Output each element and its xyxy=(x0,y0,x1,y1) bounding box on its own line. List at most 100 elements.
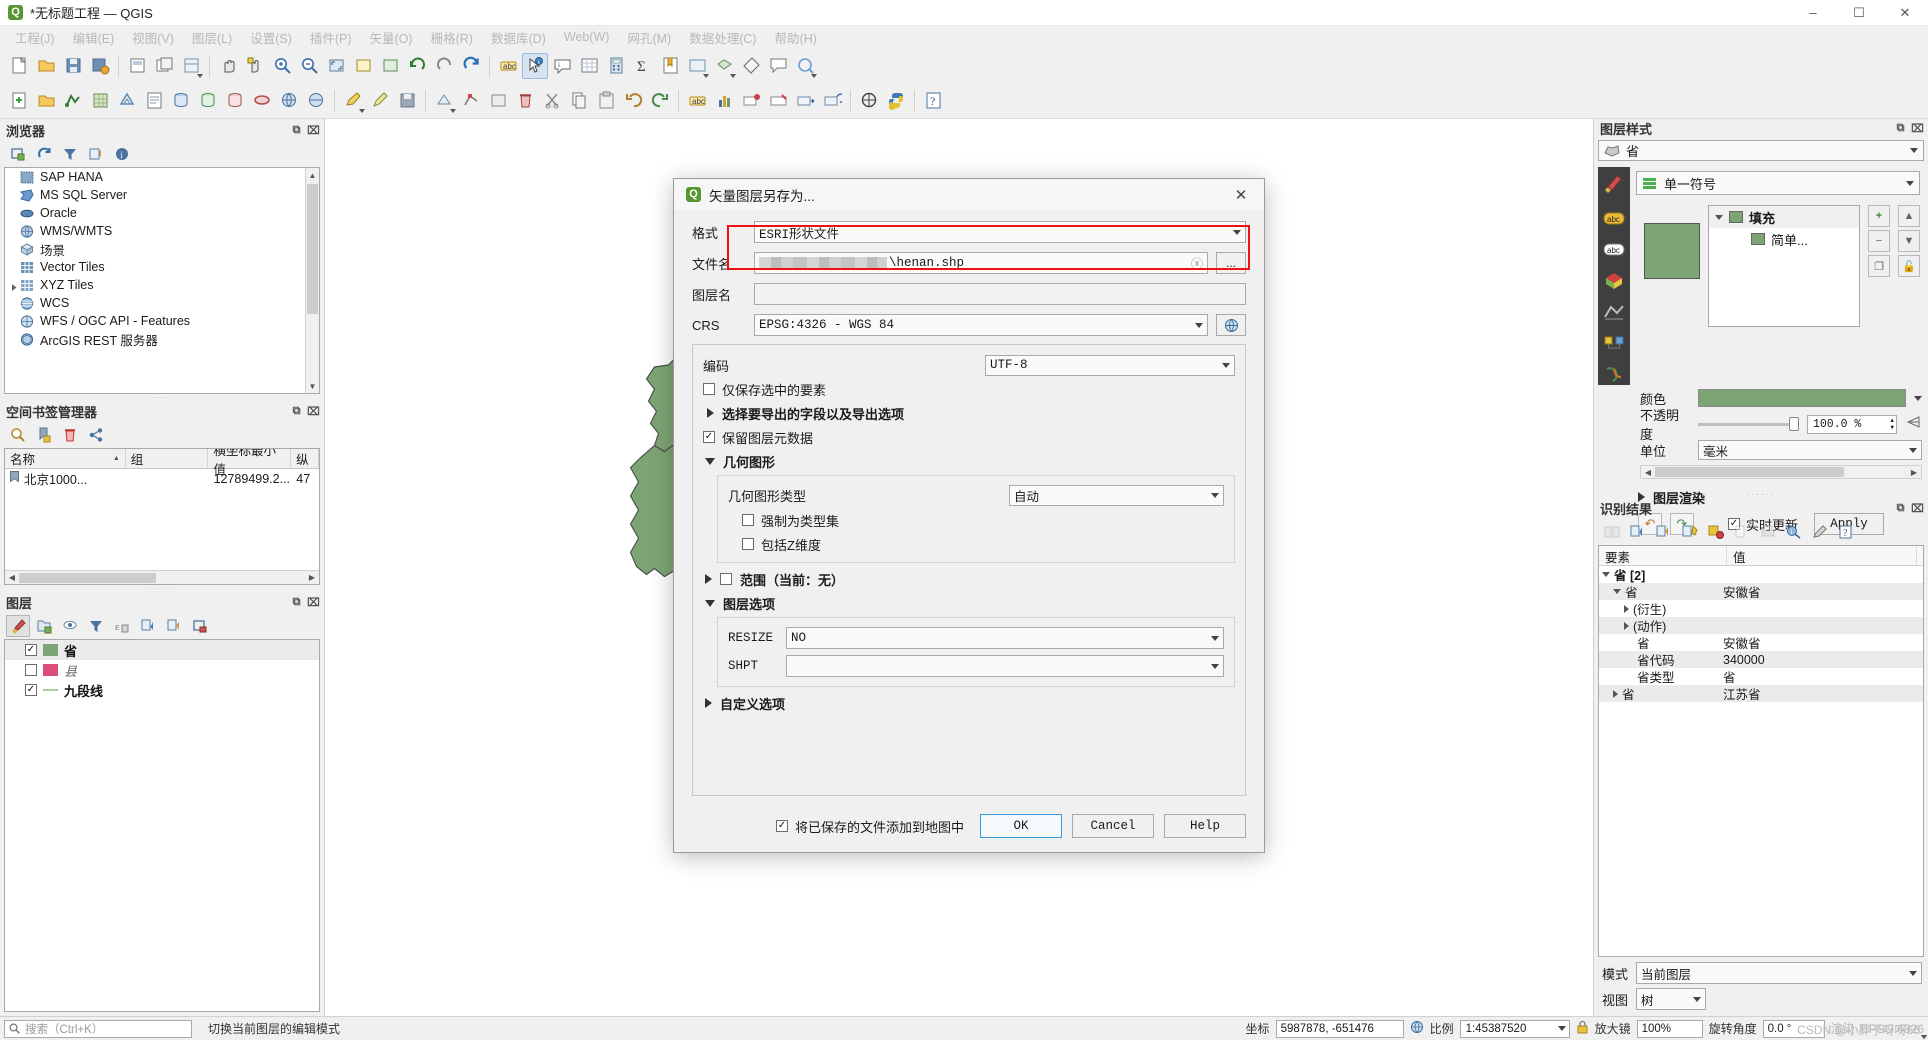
browser-item-2[interactable]: Oracle xyxy=(5,204,319,222)
unit-select[interactable]: 毫米 xyxy=(1698,440,1922,460)
identify-undock-icon[interactable]: ⧉ xyxy=(1894,502,1907,515)
add-mesh-layer-icon[interactable] xyxy=(114,88,140,114)
menu-item-2[interactable]: 视图(V) xyxy=(123,27,183,48)
bookmarks-table[interactable]: 名称 ▲ 组横坐标最小值纵 北京1000... 12789499.2... 47 ◀ ▶ xyxy=(4,448,320,585)
menu-item-11[interactable]: 数据处理(C) xyxy=(680,27,765,48)
add-to-map-checkbox[interactable]: ✓ xyxy=(775,820,788,832)
filter-legend-icon[interactable] xyxy=(84,615,1927,1039)
layer-row-2[interactable]: ✓ 九段线 xyxy=(5,680,319,700)
copy-icon[interactable] xyxy=(1730,521,1754,543)
menu-item-4[interactable]: 设置(S) xyxy=(241,27,301,48)
manage-visibility-icon[interactable] xyxy=(58,615,1927,1039)
chevron-down-icon[interactable] xyxy=(1233,229,1241,235)
bookmarks-col-0[interactable]: 名称 ▲ xyxy=(5,449,126,468)
layer-row-0[interactable]: ✓ 省 xyxy=(5,640,319,660)
chevron-down-icon[interactable] xyxy=(1557,1026,1566,1031)
measure-icon[interactable] xyxy=(738,53,764,79)
chevron-down-icon[interactable] xyxy=(1195,322,1203,328)
remove-layer-icon[interactable] xyxy=(188,615,212,637)
highlight-icon[interactable] xyxy=(1678,521,1702,543)
open-styling-panel-icon[interactable] xyxy=(6,615,30,637)
add-vector-layer-icon[interactable] xyxy=(60,88,86,114)
new-shapefile-layer-icon[interactable] xyxy=(6,88,32,114)
layer-visibility-checkbox[interactable]: ✓ xyxy=(25,644,37,656)
opacity-slider[interactable] xyxy=(1698,416,1799,432)
filter-icon[interactable] xyxy=(58,143,82,165)
refresh-icon[interactable] xyxy=(32,143,56,165)
scroll-left-icon[interactable]: ◀ xyxy=(1641,468,1655,477)
show-layouts-icon[interactable] xyxy=(178,53,204,79)
extent-section[interactable]: 范围（当前：无） xyxy=(703,567,1235,591)
layout-manager-icon[interactable] xyxy=(151,53,177,79)
add-delimited-text-layer-icon[interactable] xyxy=(141,88,167,114)
styling-hscrollbar[interactable]: ◀ ▶ xyxy=(1630,463,1928,479)
styling-close-icon[interactable]: ⌧ xyxy=(1911,122,1924,135)
open-project-icon[interactable] xyxy=(33,53,59,79)
open-attribute-table-icon[interactable] xyxy=(576,53,602,79)
maximize-button[interactable]: ☐ xyxy=(1836,0,1882,26)
layer-visibility-checkbox[interactable] xyxy=(25,664,37,676)
add-wms-layer-icon[interactable] xyxy=(276,88,302,114)
save-project-icon[interactable] xyxy=(60,53,86,79)
move-down-icon[interactable]: ▼ xyxy=(1898,230,1920,252)
chevron-right-icon[interactable] xyxy=(1613,689,1618,698)
chevron-right-icon[interactable] xyxy=(1624,621,1629,630)
statistics-icon[interactable]: Σ xyxy=(630,53,656,79)
geometry-section[interactable]: 几何图形 xyxy=(703,449,1235,473)
browser-item-9[interactable]: ArcGIS REST 服务器 xyxy=(5,330,319,348)
zoom-full-icon[interactable] xyxy=(323,53,349,79)
chevron-down-icon[interactable] xyxy=(1211,663,1219,669)
masks-abc-icon[interactable]: abc xyxy=(1603,239,1625,261)
force-multitype-row[interactable]: 强制为类型集 xyxy=(728,508,1224,532)
menu-item-1[interactable]: 编辑(E) xyxy=(64,27,124,48)
cancel-button[interactable]: Cancel xyxy=(1072,814,1154,838)
menu-item-12[interactable]: 帮助(H) xyxy=(766,27,826,48)
zoom-in-icon[interactable] xyxy=(269,53,295,79)
labeling-options-icon[interactable]: abc xyxy=(684,88,710,114)
show-hide-labels-icon[interactable] xyxy=(765,88,791,114)
symbology-tab-icon[interactable] xyxy=(1603,173,1625,195)
expression-filter-icon[interactable]: ε xyxy=(110,615,1927,1039)
fields-section[interactable]: 选择要导出的字段以及导出选项 xyxy=(703,401,1235,425)
lock-icon[interactable]: 🔓 xyxy=(1898,255,1920,277)
save-selected-only-checkbox[interactable] xyxy=(703,383,715,395)
properties-icon[interactable]: i xyxy=(110,143,134,165)
identify-row-0[interactable]: 省 [2] xyxy=(1599,566,1923,583)
pan-map-icon[interactable] xyxy=(215,53,241,79)
add-wcs-layer-icon[interactable] xyxy=(303,88,329,114)
zoom-next-icon[interactable] xyxy=(431,53,457,79)
menu-item-8[interactable]: 数据库(D) xyxy=(482,27,555,48)
help-button[interactable]: Help xyxy=(1164,814,1246,838)
vertex-tool-icon[interactable] xyxy=(458,88,484,114)
layer-render-icon[interactable] xyxy=(1603,332,1625,354)
layer-visibility-checkbox[interactable]: ✓ xyxy=(25,684,37,696)
bookmarks-hscrollbar[interactable]: ◀ ▶ xyxy=(5,570,319,584)
browser-item-1[interactable]: MS SQL Server xyxy=(5,186,319,204)
add-mssql-layer-icon[interactable] xyxy=(222,88,248,114)
zoom-out-icon[interactable] xyxy=(296,53,322,79)
bookmarks-col-3[interactable]: 纵 xyxy=(291,449,319,468)
menu-item-3[interactable]: 图层(L) xyxy=(183,27,241,48)
redo-icon[interactable] xyxy=(647,88,673,114)
browser-item-5[interactable]: Vector Tiles xyxy=(5,258,319,276)
opacity-spinbox[interactable]: 100.0 % ▲ ▼ xyxy=(1807,414,1897,434)
browser-item-0[interactable]: SAP HANA xyxy=(5,168,319,186)
copy-features-icon[interactable] xyxy=(566,88,592,114)
menu-item-9[interactable]: Web(W) xyxy=(555,29,619,45)
print-icon[interactable] xyxy=(1756,521,1780,543)
add-to-map-row[interactable]: ✓ 将已保存的文件添加到地图中 xyxy=(775,817,964,836)
browser-tree[interactable]: SAP HANA MS SQL Server Oracle WMS/WMTS 场景 Vec… xyxy=(4,167,320,394)
expand-all-icon[interactable] xyxy=(136,615,160,637)
labels-abc-icon[interactable]: abc xyxy=(1603,208,1625,230)
browser-undock-icon[interactable]: ⧉ xyxy=(290,124,303,137)
expand-new-icon[interactable] xyxy=(1600,521,1624,543)
browser-close-icon[interactable]: ⌧ xyxy=(307,124,320,137)
new-map-view-icon[interactable] xyxy=(684,53,710,79)
identify-results-table[interactable]: 要素值 省 [2] 省安徽省 (衍生) (动作) 省安徽省 省代码 340000 省类型省省江… xyxy=(1598,545,1924,957)
keep-metadata-row[interactable]: ✓ 保留图层元数据 xyxy=(703,425,1235,449)
history-icon[interactable] xyxy=(1603,363,1625,385)
scroll-up-icon[interactable]: ▲ xyxy=(306,168,319,182)
view-select[interactable]: 树 xyxy=(1636,988,1707,1010)
layer-row-1[interactable]: 县 xyxy=(5,660,319,680)
bookmarks-col-1[interactable]: 组 xyxy=(126,449,209,468)
